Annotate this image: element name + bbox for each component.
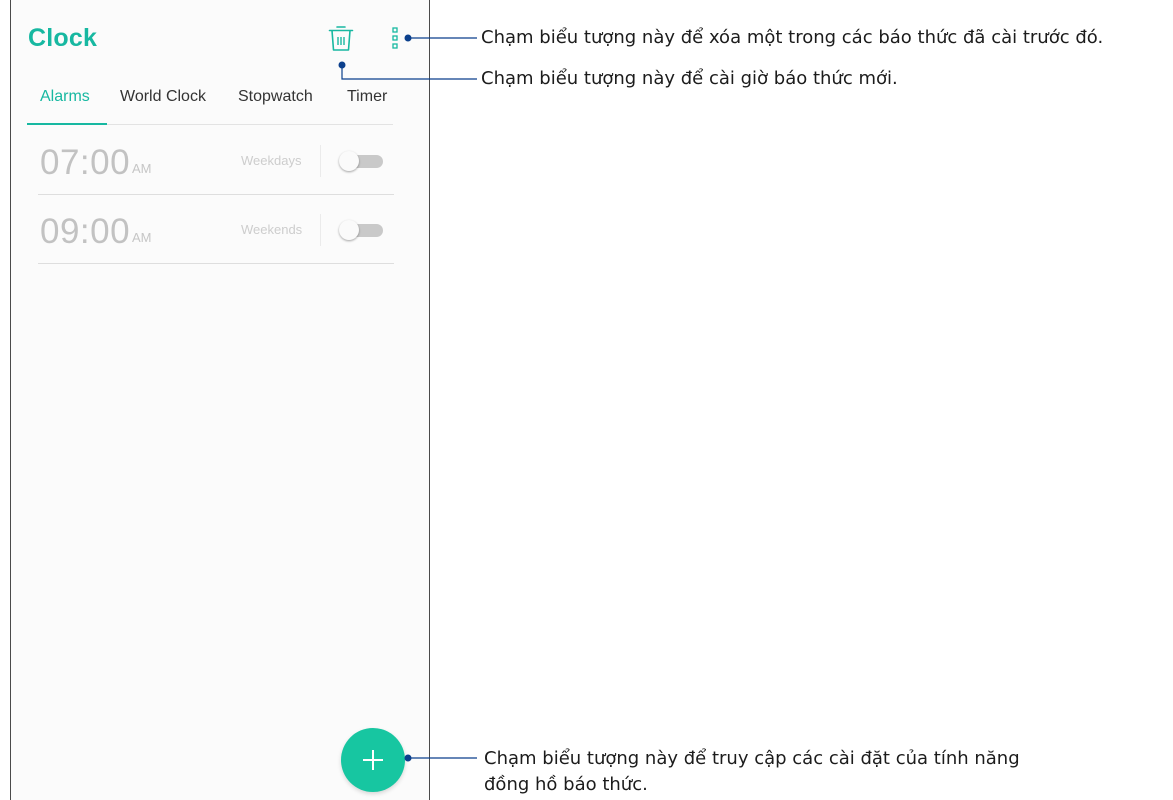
alarm-time: 09:00 (40, 212, 131, 251)
tab-world-clock[interactable]: World Clock (120, 88, 206, 106)
alarm-repeat-days: Weekdays (241, 153, 302, 168)
alarm-row[interactable]: 09:00 AM Weekends (38, 194, 394, 264)
plus-icon (372, 750, 374, 770)
alarm-repeat-days: Weekends (241, 222, 303, 237)
toggle-thumb (339, 151, 359, 171)
toggle-thumb (339, 220, 359, 240)
alarm-ampm: AM (132, 230, 152, 245)
add-callout-text-line2: đồng hồ báo thức. (484, 774, 648, 795)
tab-bar: Alarms World Clock Stopwatch Timer (27, 84, 393, 125)
add-callout-text-line1: Chạm biểu tượng này để truy cập các cài … (484, 748, 1020, 769)
trash-icon[interactable] (328, 24, 354, 52)
divider (320, 145, 321, 177)
alarm-time: 07:00 (40, 143, 131, 182)
alarm-row[interactable]: 07:00 AM Weekdays (38, 125, 394, 195)
clock-app-screen: Clock Alarms World Clock Stopwatch Timer… (10, 0, 430, 800)
menu-callout-text: Chạm biểu tượng này để xóa một trong các… (481, 27, 1104, 48)
alarm-toggle[interactable] (339, 151, 383, 171)
tab-timer[interactable]: Timer (347, 88, 387, 106)
alarm-toggle[interactable] (339, 220, 383, 240)
tab-stopwatch[interactable]: Stopwatch (238, 88, 313, 106)
delete-callout-text: Chạm biểu tượng này để cài giờ báo thức … (481, 68, 898, 89)
add-alarm-button[interactable] (341, 728, 405, 792)
overflow-menu-icon[interactable] (391, 27, 401, 49)
app-title: Clock (28, 24, 98, 52)
tab-alarms[interactable]: Alarms (40, 88, 90, 106)
alarm-ampm: AM (132, 161, 152, 176)
divider (320, 214, 321, 246)
